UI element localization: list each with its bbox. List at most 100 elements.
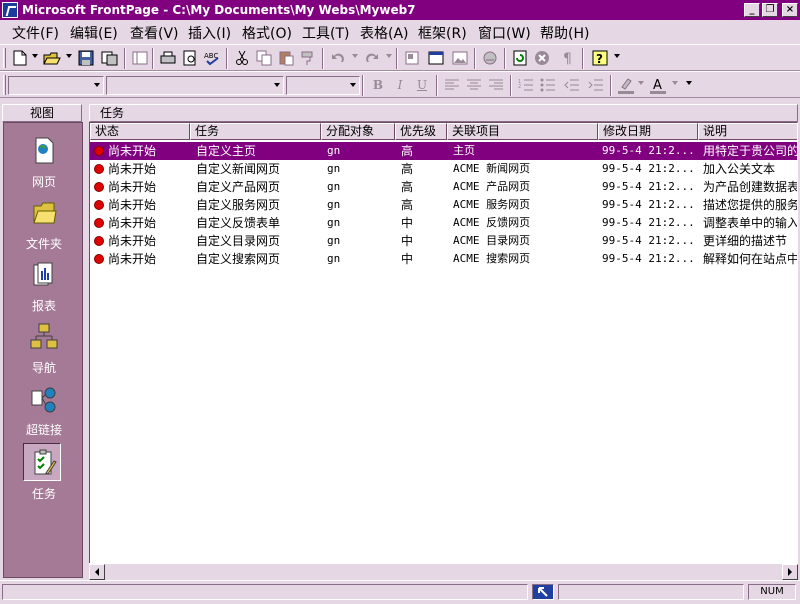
toolbar-options-icon[interactable] bbox=[686, 81, 692, 85]
view-label: 任务 bbox=[31, 487, 56, 501]
menu-table[interactable]: 表格(A) bbox=[360, 23, 409, 43]
format-painter-icon[interactable] bbox=[298, 49, 318, 67]
save-icon[interactable] bbox=[76, 49, 96, 67]
restore-button[interactable]: ❐ bbox=[762, 3, 778, 17]
folder-list-icon[interactable] bbox=[130, 49, 150, 67]
view-navigation[interactable]: 导航 bbox=[4, 321, 84, 376]
show-all-icon[interactable]: ¶ bbox=[558, 49, 578, 67]
view-hyperlinks[interactable]: 超链接 bbox=[4, 383, 84, 438]
view-label: 超链接 bbox=[25, 423, 62, 437]
font-color-icon[interactable]: A bbox=[648, 76, 668, 94]
spelling-icon[interactable]: ABC bbox=[202, 49, 222, 67]
print-preview-icon[interactable] bbox=[180, 49, 200, 67]
highlight-icon[interactable] bbox=[616, 76, 636, 94]
undo-icon[interactable] bbox=[328, 49, 348, 67]
redo-dropdown-icon[interactable] bbox=[386, 54, 392, 58]
column-header-status[interactable]: 状态 bbox=[90, 123, 190, 140]
column-header-linked[interactable]: 关联项目 bbox=[447, 123, 598, 140]
increase-indent-icon[interactable] bbox=[586, 76, 606, 94]
menu-window[interactable]: 窗口(W) bbox=[478, 23, 531, 43]
decrease-indent-icon[interactable] bbox=[562, 76, 582, 94]
refresh-icon[interactable] bbox=[510, 49, 530, 67]
scroll-right-button[interactable] bbox=[782, 564, 798, 580]
menu-help[interactable]: 帮助(H) bbox=[540, 23, 589, 43]
open-folder-icon[interactable] bbox=[42, 49, 62, 67]
view-reports[interactable]: 报表 bbox=[4, 259, 84, 314]
status-dot-icon bbox=[94, 182, 104, 192]
table-row[interactable]: 尚未开始 自定义新闻网页 gn 高 ACME 新闻网页 99-5-4 21:2... 加入公… bbox=[90, 160, 797, 178]
view-page[interactable]: 网页 bbox=[4, 135, 84, 190]
align-left-icon[interactable] bbox=[442, 76, 462, 94]
cell-task: 自定义产品网页 bbox=[196, 180, 281, 194]
table-row[interactable]: 尚未开始 自定义产品网页 gn 高 ACME 产品网页 99-5-4 21:2... 为产品… bbox=[90, 178, 798, 196]
menu-file[interactable]: 文件(F) bbox=[12, 23, 59, 43]
font-select[interactable] bbox=[106, 76, 284, 95]
table-row[interactable]: 尚未开始 自定义主页 gn 高 主页 99-5-4 21:2... 用特定于贵公司的 bbox=[90, 142, 797, 160]
numbered-list-icon[interactable]: 12 bbox=[516, 76, 536, 94]
menu-format[interactable]: 格式(O) bbox=[242, 23, 292, 43]
column-header-priority[interactable]: 优先级 bbox=[395, 123, 447, 140]
paste-icon[interactable] bbox=[276, 49, 296, 67]
table-row[interactable]: 尚未开始 自定义反馈表单 gn 中 ACME 反馈网页 99-5-4 21:2... 调整表… bbox=[90, 214, 797, 232]
bulleted-list-icon[interactable] bbox=[538, 76, 558, 94]
toolbar-separator bbox=[436, 75, 438, 96]
column-header-modified[interactable]: 修改日期 bbox=[598, 123, 698, 140]
table-row[interactable]: 尚未开始 自定义服务网页 gn 高 ACME 服务网页 99-5-4 21:2... 描述您… bbox=[90, 196, 797, 214]
menu-insert[interactable]: 插入(I) bbox=[188, 23, 231, 43]
undo-dropdown-icon[interactable] bbox=[352, 54, 358, 58]
frontpage-app-icon[interactable] bbox=[2, 2, 18, 18]
bold-button[interactable]: B bbox=[368, 76, 388, 94]
cell-assigned: gn bbox=[327, 180, 341, 193]
open-dropdown-icon[interactable] bbox=[66, 54, 72, 58]
view-tasks[interactable]: 任务 bbox=[4, 447, 84, 502]
style-dropdown-icon[interactable] bbox=[94, 83, 100, 87]
underline-button[interactable]: U bbox=[412, 76, 432, 94]
toolbar-separator bbox=[152, 48, 154, 69]
scroll-left-button[interactable] bbox=[89, 564, 105, 580]
print-icon[interactable] bbox=[158, 49, 178, 67]
hyperlinks-icon bbox=[31, 387, 56, 413]
status-dot-icon bbox=[94, 200, 104, 210]
highlight-dropdown-icon[interactable] bbox=[638, 81, 644, 85]
cell-description: 为产品创建数据表 bbox=[703, 180, 798, 194]
view-folders[interactable]: 文件夹 bbox=[4, 197, 84, 252]
stop-icon[interactable] bbox=[532, 49, 552, 67]
new-page-icon[interactable] bbox=[10, 49, 30, 67]
column-header-assigned[interactable]: 分配对象 bbox=[321, 123, 395, 140]
insert-picture-icon[interactable] bbox=[450, 49, 470, 67]
font-size-select[interactable] bbox=[286, 76, 360, 95]
italic-button[interactable]: I bbox=[390, 76, 410, 94]
toolbar-separator bbox=[322, 48, 324, 69]
menu-view[interactable]: 查看(V) bbox=[130, 23, 179, 43]
help-dropdown-icon[interactable] bbox=[614, 54, 620, 58]
insert-table-icon[interactable] bbox=[426, 49, 446, 67]
status-dot-icon bbox=[94, 164, 104, 174]
align-right-icon[interactable] bbox=[486, 76, 506, 94]
menu-tools[interactable]: 工具(T) bbox=[302, 23, 349, 43]
horizontal-scrollbar[interactable] bbox=[89, 563, 798, 580]
cell-modified: 99-5-4 21:2... bbox=[602, 216, 695, 229]
menu-frames[interactable]: 框架(R) bbox=[418, 23, 467, 43]
copy-icon[interactable] bbox=[254, 49, 274, 67]
cut-icon[interactable] bbox=[232, 49, 252, 67]
hyperlink-icon[interactable] bbox=[480, 49, 500, 67]
toolbar-separator bbox=[510, 75, 512, 96]
column-header-description[interactable]: 说明 bbox=[698, 123, 797, 140]
align-center-icon[interactable] bbox=[464, 76, 484, 94]
close-button[interactable]: × bbox=[782, 3, 798, 17]
insert-component-icon[interactable] bbox=[402, 49, 422, 67]
help-icon[interactable]: ? bbox=[590, 49, 610, 67]
publish-icon[interactable] bbox=[100, 49, 120, 67]
font-dropdown-icon[interactable] bbox=[274, 83, 280, 87]
minimize-button[interactable]: _ bbox=[744, 3, 760, 17]
size-dropdown-icon[interactable] bbox=[350, 83, 356, 87]
column-header-task[interactable]: 任务 bbox=[190, 123, 321, 140]
redo-icon[interactable] bbox=[362, 49, 382, 67]
table-row[interactable]: 尚未开始 自定义目录网页 gn 中 ACME 目录网页 99-5-4 21:2... 更详细… bbox=[90, 232, 797, 250]
table-row[interactable]: 尚未开始 自定义搜索网页 gn 中 ACME 搜索网页 99-5-4 21:2... 解释如… bbox=[90, 250, 797, 268]
new-dropdown-icon[interactable] bbox=[32, 54, 38, 58]
font-color-dropdown-icon[interactable] bbox=[672, 81, 678, 85]
cell-priority: 高 bbox=[401, 180, 414, 194]
style-select[interactable] bbox=[8, 76, 104, 95]
menu-edit[interactable]: 编辑(E) bbox=[70, 23, 118, 43]
